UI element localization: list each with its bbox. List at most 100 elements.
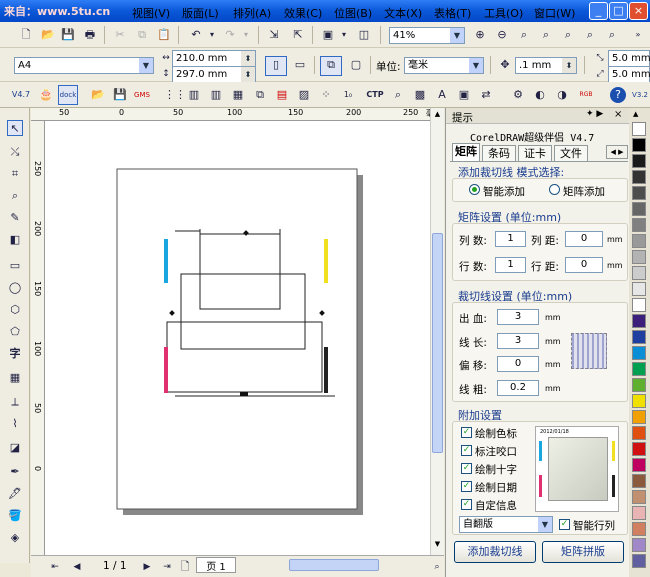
open-folder-icon[interactable]: 📂: [40, 27, 56, 43]
zoom-page-icon[interactable]: ⌕: [560, 27, 576, 43]
version-button[interactable]: V4.7: [8, 87, 34, 103]
redo-dropdown-icon[interactable]: ▾: [238, 27, 254, 43]
color-swatch[interactable]: [632, 554, 646, 568]
help-icon[interactable]: ?: [610, 87, 626, 103]
vertical-ruler[interactable]: 250 200 150 100 50 0: [31, 121, 45, 555]
crop-marks-icon[interactable]: ⋮⋮: [164, 87, 186, 103]
spin-icon[interactable]: ⬍: [562, 58, 576, 73]
nudge-distance-input[interactable]: .1 mm ⬍: [515, 57, 577, 74]
color-swatch[interactable]: [632, 378, 646, 392]
tab-file[interactable]: 文件: [554, 145, 588, 161]
polygon-tool-icon[interactable]: ⬡: [7, 302, 23, 318]
cut-icon[interactable]: ✂: [112, 27, 128, 43]
convert-icon[interactable]: ⇄: [478, 87, 494, 103]
color-swatch[interactable]: [632, 138, 646, 152]
color-swatch[interactable]: [632, 538, 646, 552]
bleed-input[interactable]: 3: [497, 309, 539, 325]
drawing-canvas[interactable]: [45, 121, 430, 555]
color-swatch[interactable]: [632, 522, 646, 536]
page-height-input[interactable]: 297.0 mm ⬍: [172, 66, 256, 83]
line-length-input[interactable]: 3: [497, 333, 539, 349]
paper-size-select[interactable]: A4 ▼: [14, 57, 154, 74]
find-icon[interactable]: ⌕: [390, 87, 406, 103]
dimension-tool-icon[interactable]: ⟂: [7, 394, 23, 410]
blend-tool-icon[interactable]: ◪: [7, 440, 23, 456]
scroll-down-icon[interactable]: ▼: [432, 540, 443, 550]
template-select[interactable]: 自翻版 ▼: [459, 516, 553, 533]
zoom-height-icon[interactable]: ⌕: [604, 27, 620, 43]
checkbox-cross[interactable]: ✓: [461, 463, 472, 474]
connector-tool-icon[interactable]: ⌇: [7, 416, 23, 432]
zoom-corner-icon[interactable]: ⌕: [429, 559, 445, 575]
color-swatch[interactable]: [632, 186, 646, 200]
welcome-screen-icon[interactable]: ◫: [356, 27, 372, 43]
menu-window[interactable]: 窗口(W): [534, 5, 575, 21]
table-tool-icon[interactable]: ▦: [7, 370, 23, 386]
portrait-icon[interactable]: ▯: [265, 56, 287, 76]
checkbox-smart-rows[interactable]: ✓: [559, 519, 570, 530]
offset-input[interactable]: 0: [497, 356, 539, 372]
checkbox-date[interactable]: ✓: [461, 481, 472, 492]
column-count-input[interactable]: 1: [495, 231, 526, 247]
color-swatch[interactable]: [632, 250, 646, 264]
color-swatch[interactable]: [632, 506, 646, 520]
color-swatch[interactable]: [632, 346, 646, 360]
prev-page-icon[interactable]: ◀: [69, 559, 85, 575]
freehand-tool-icon[interactable]: ✎: [7, 210, 23, 226]
color-swatch[interactable]: [632, 362, 646, 376]
plugin-cake-icon[interactable]: 🎂: [38, 87, 54, 103]
redo-icon[interactable]: ↷: [222, 27, 238, 43]
docker-pin-icon[interactable]: ✦ ▶: [586, 109, 603, 119]
vertical-scrollbar[interactable]: ▲ ▼: [430, 108, 444, 555]
basic-shapes-icon[interactable]: ⬠: [7, 324, 23, 340]
row-gap-input[interactable]: 0: [565, 257, 603, 273]
spin-icon[interactable]: ⬍: [241, 67, 255, 82]
undo-dropdown-icon[interactable]: ▾: [204, 27, 220, 43]
ellipse-tool-icon[interactable]: ◯: [7, 280, 23, 296]
tab-matrix[interactable]: 矩阵: [452, 143, 480, 161]
first-page-icon[interactable]: ⇤: [47, 559, 63, 575]
save-icon[interactable]: 💾: [112, 87, 128, 103]
print-icon[interactable]: 🖶: [82, 27, 98, 43]
launcher-dropdown-icon[interactable]: ▾: [336, 27, 352, 43]
copy-icon[interactable]: ⧉: [134, 27, 150, 43]
page-tab[interactable]: 页 1: [196, 557, 236, 573]
application-launcher-icon[interactable]: ▣: [320, 27, 336, 43]
pdf-icon[interactable]: ▤: [274, 87, 290, 103]
frame-icon[interactable]: ▣: [456, 87, 472, 103]
version-icon[interactable]: V3.2: [630, 87, 650, 103]
interactive-fill-icon[interactable]: ◈: [7, 530, 23, 546]
fill-tool-icon[interactable]: 🪣: [7, 508, 23, 524]
color-swatch[interactable]: [632, 234, 646, 248]
palette-up-icon[interactable]: ▲: [633, 110, 638, 118]
copy-layout-icon[interactable]: ⧉: [252, 87, 268, 103]
palette-icon[interactable]: ◑: [554, 87, 570, 103]
close-button[interactable]: ×: [629, 2, 648, 20]
paste-icon[interactable]: 📋: [156, 27, 172, 43]
menu-tools[interactable]: 工具(O): [484, 5, 523, 21]
color-swatch[interactable]: [632, 394, 646, 408]
save-icon[interactable]: 💾: [60, 27, 76, 43]
minimize-button[interactable]: _: [589, 2, 608, 20]
zoom-all-icon[interactable]: ⌕: [538, 27, 554, 43]
zoom-level-select[interactable]: 41% ▼: [389, 27, 465, 44]
duplicate-distance-x[interactable]: 5.0 mm: [608, 50, 650, 67]
menu-bitmaps[interactable]: 位图(B): [334, 5, 372, 21]
new-document-icon[interactable]: 🗋: [18, 27, 34, 43]
image-icon[interactable]: ▨: [296, 87, 312, 103]
last-page-icon[interactable]: ⇥: [159, 559, 175, 575]
scroll-up-icon[interactable]: ▲: [432, 110, 443, 120]
smart-fill-icon[interactable]: ◧: [7, 232, 23, 248]
numbering-icon[interactable]: 1₀: [340, 87, 356, 103]
dock-button[interactable]: dock: [58, 85, 78, 105]
docker-close-icon[interactable]: ×: [614, 109, 622, 120]
settings-icon[interactable]: ⚙: [510, 87, 526, 103]
matrix-imposition-button[interactable]: 矩阵拼版: [542, 541, 624, 563]
landscape-icon[interactable]: ▭: [292, 57, 308, 73]
scroll-thumb[interactable]: [432, 233, 443, 453]
barcode-2-icon[interactable]: ▥: [208, 87, 224, 103]
duplicate-distance-y[interactable]: 5.0 mm: [608, 66, 650, 83]
zoom-out-icon[interactable]: ⊖: [494, 27, 510, 43]
shape-tool-icon[interactable]: ⤯: [7, 144, 23, 160]
add-crop-marks-button[interactable]: 添加裁切线: [454, 541, 536, 563]
